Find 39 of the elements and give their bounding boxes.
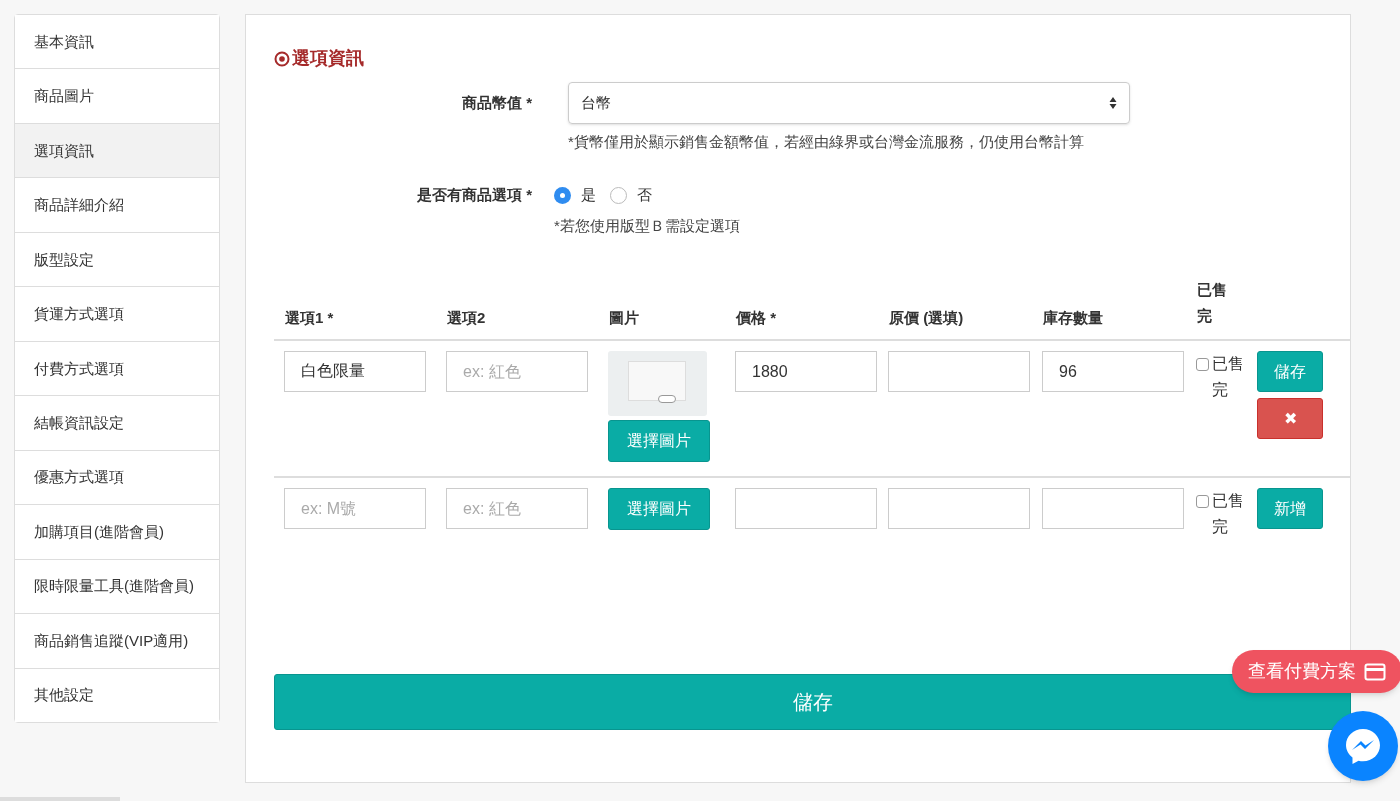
sidebar-item[interactable]: 選項資訊 <box>15 122 219 178</box>
target-icon <box>274 50 290 67</box>
radio-button[interactable] <box>610 186 627 204</box>
input-field[interactable] <box>888 488 1030 529</box>
input-field[interactable]: 1880 <box>735 351 877 392</box>
column-header: 選項1 * <box>284 307 335 328</box>
checkbox[interactable] <box>1196 495 1209 508</box>
input-field[interactable] <box>735 488 877 529</box>
column-header: 已售完 <box>1196 280 1228 326</box>
credit-card-icon <box>1364 662 1386 681</box>
sidebar-item[interactable]: 其他設定 <box>15 667 219 723</box>
checkbox[interactable] <box>1196 358 1209 371</box>
input-field[interactable]: 白色限量 <box>284 351 426 392</box>
checkbox-label: 已售完 <box>1212 354 1245 400</box>
column-header: 庫存數量 <box>1042 307 1104 328</box>
radio-button[interactable] <box>554 186 571 204</box>
input-field[interactable]: ex: M號 <box>284 488 426 529</box>
input-field[interactable] <box>1042 488 1184 529</box>
currency-select[interactable]: 台幣 <box>568 82 1130 124</box>
column-header: 原價 (選填) <box>888 307 965 328</box>
input-field[interactable]: ex: 紅色 <box>446 488 588 529</box>
messenger-button[interactable] <box>1328 711 1398 781</box>
help-text: *貨幣僅用於顯示銷售金額幣值，若經由綠界或台灣金流服務，仍使用台幣計算 <box>568 132 1085 152</box>
input-field[interactable]: ex: 紅色 <box>446 351 588 392</box>
section-title: 選項資訊 <box>292 47 364 70</box>
radio-option[interactable]: 否 <box>610 184 652 207</box>
checkbox-label: 已售完 <box>1212 491 1245 537</box>
help-text: *若您使用版型Ｂ需設定選項 <box>554 215 740 236</box>
sort-caret-icon <box>1109 96 1117 110</box>
delete-button[interactable]: ✖ <box>1257 398 1323 439</box>
field-label: 商品幣值 * <box>461 93 532 113</box>
column-header: 圖片 <box>608 307 640 328</box>
field-label: 是否有商品選項 * <box>416 185 532 205</box>
column-header: 選項2 <box>446 307 487 328</box>
chat-bubble-icon <box>1343 726 1383 766</box>
input-field[interactable] <box>888 351 1030 392</box>
radio-option[interactable]: 是 <box>554 184 596 207</box>
column-header: 價格 * <box>734 307 777 328</box>
input-field[interactable]: 96 <box>1042 351 1184 392</box>
